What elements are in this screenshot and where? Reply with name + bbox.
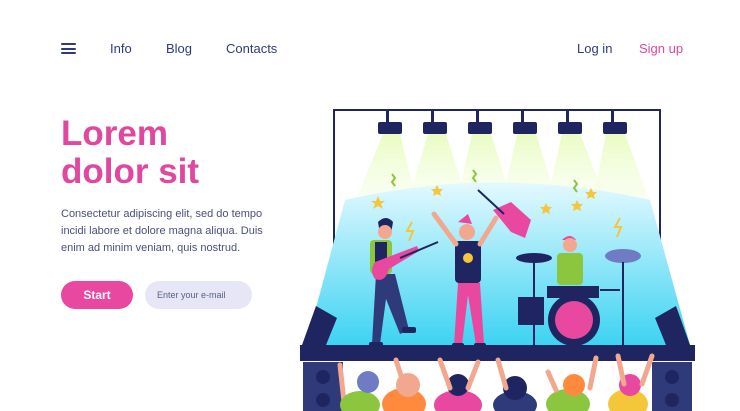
signup-link[interactable]: Sign up bbox=[639, 41, 683, 56]
login-link[interactable]: Log in bbox=[577, 41, 612, 56]
spotlight-icons bbox=[378, 110, 627, 134]
hero-title-line-2: dolor sit bbox=[61, 152, 200, 191]
email-input[interactable] bbox=[145, 281, 252, 309]
hero-description: Consectetur adipiscing elit, sed do temp… bbox=[61, 208, 263, 254]
nav-link-contacts[interactable]: Contacts bbox=[226, 41, 277, 56]
hero-title-line-1: Lorem bbox=[61, 114, 168, 153]
top-navigation: Info Blog Contacts Log in Sign up bbox=[0, 0, 740, 96]
start-button[interactable]: Start bbox=[61, 281, 133, 309]
nav-link-blog[interactable]: Blog bbox=[166, 41, 192, 56]
hero-title: Lorem dolor sit bbox=[61, 115, 199, 191]
crowd bbox=[337, 353, 655, 411]
nav-link-info[interactable]: Info bbox=[110, 41, 132, 56]
concert-stage-illustration bbox=[300, 109, 695, 411]
hamburger-menu-icon[interactable] bbox=[61, 43, 76, 54]
